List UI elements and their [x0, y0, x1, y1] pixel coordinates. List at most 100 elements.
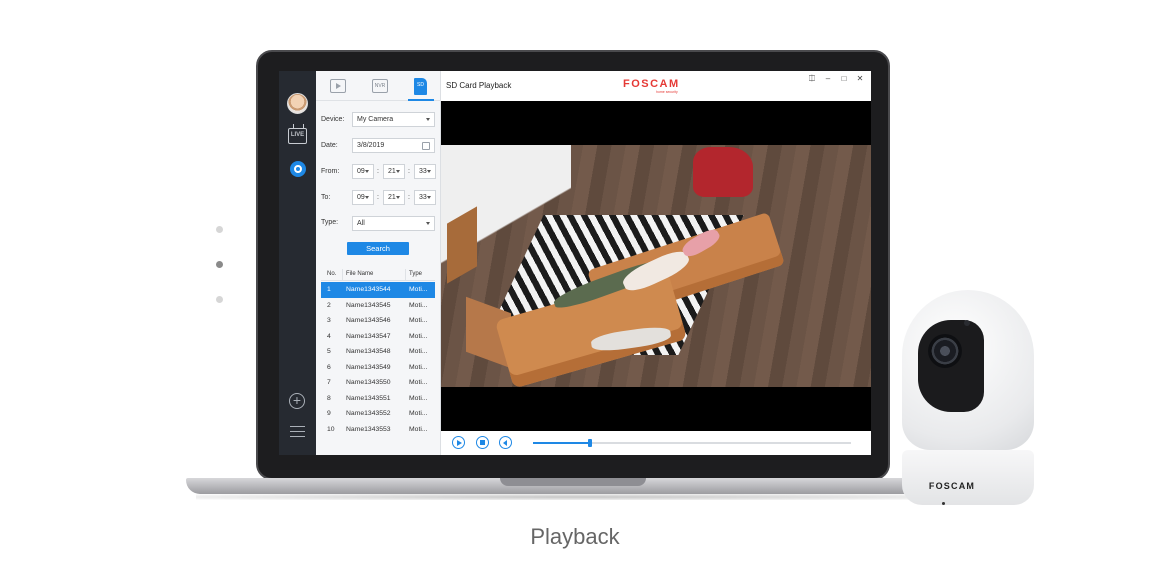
device-select[interactable]: My Camera [352, 112, 435, 127]
to-label: To: [321, 194, 331, 201]
from-minute-select[interactable]: 21 [383, 164, 405, 179]
column-file-name[interactable]: File Name [346, 271, 373, 277]
table-row[interactable]: 6 Name1343549 Moti... [321, 360, 435, 376]
row-type: Moti... [409, 410, 428, 417]
chevron-down-icon [426, 118, 430, 121]
laptop-notch [500, 478, 646, 486]
row-type: Moti... [409, 425, 428, 433]
time-separator: : [408, 194, 410, 201]
date-label: Date: [321, 142, 338, 149]
from-label: From: [321, 168, 340, 175]
file-table-body: 1 Name1343544 Moti... 2 Name1343545 Moti... … [321, 282, 435, 437]
table-row[interactable]: 8 Name1343551 Moti... [321, 391, 435, 407]
app-window: LIVE + NVR SD Device: My Camera Date: 3/… [279, 71, 871, 455]
live-tv-icon[interactable]: LIVE [288, 128, 307, 144]
row-file-name: Name1343545 [346, 301, 391, 309]
search-button[interactable]: Search [347, 242, 409, 255]
date-picker[interactable]: 3/8/2019 [352, 138, 435, 153]
feature-caption: Playback [530, 524, 620, 549]
brand-logo: FOSCAM [623, 78, 680, 90]
to-second-select[interactable]: 33 [414, 190, 436, 205]
camera-led [942, 502, 945, 505]
chevron-down-icon [365, 170, 369, 173]
lock-icon[interactable]: ⎅ [807, 74, 817, 84]
scene-chair [693, 147, 753, 197]
brand-tagline: home security [656, 90, 678, 94]
table-row[interactable]: 5 Name1343548 Moti... [321, 344, 435, 360]
menu-icon[interactable] [290, 426, 305, 437]
row-type: Moti... [409, 348, 428, 355]
row-file-name: Name1343550 [346, 379, 391, 386]
row-file-name: Name1343548 [346, 348, 391, 355]
camera-sensor [964, 320, 970, 326]
from-minute-value: 21 [388, 168, 396, 175]
minimize-icon[interactable]: – [823, 74, 833, 83]
add-device-icon[interactable]: + [289, 393, 305, 409]
active-tab-indicator [408, 99, 434, 101]
type-value: All [357, 220, 365, 227]
table-row[interactable]: 4 Name1343547 Moti... [321, 329, 435, 345]
row-type: Moti... [409, 394, 428, 402]
playback-icon[interactable] [290, 161, 306, 177]
calendar-icon[interactable] [422, 142, 430, 150]
window-title: SD Card Playback [446, 81, 512, 90]
time-separator: : [377, 194, 379, 201]
playback-controls [441, 431, 871, 455]
avatar[interactable] [287, 93, 308, 114]
from-hour-value: 09 [357, 168, 365, 175]
progress-slider[interactable] [533, 439, 851, 447]
tab-nvr[interactable]: NVR [372, 79, 388, 93]
laptop-shadow [196, 494, 956, 500]
type-select[interactable]: All [352, 216, 435, 231]
maximize-icon[interactable]: □ [839, 74, 849, 83]
carousel-dot-1[interactable] [216, 226, 223, 233]
file-table-header: No. File Name Type [321, 267, 435, 281]
column-divider [342, 269, 343, 280]
carousel-dot-3[interactable] [216, 296, 223, 303]
camera-product: FOSCAM [902, 290, 1034, 505]
sidebar-nav: LIVE + [279, 71, 316, 455]
volume-icon[interactable] [499, 436, 512, 449]
row-file-name: Name1343547 [346, 332, 391, 340]
camera-brand: FOSCAM [928, 481, 976, 491]
row-file-name: Name1343551 [346, 394, 391, 402]
row-no: 7 [327, 379, 331, 386]
device-label: Device: [321, 116, 345, 123]
table-row[interactable]: 1 Name1343544 Moti... [321, 282, 435, 298]
column-type[interactable]: Type [409, 271, 422, 277]
chevron-down-icon [427, 170, 431, 173]
progress-fill [533, 442, 591, 444]
row-type: Moti... [409, 301, 428, 309]
column-divider [405, 269, 406, 280]
search-panel: NVR SD Device: My Camera Date: 3/8/2019 … [316, 71, 469, 455]
row-file-name: Name1343549 [346, 363, 391, 371]
table-row[interactable]: 10 Name1343553 Moti... [321, 422, 435, 438]
row-file-name: Name1343546 [346, 317, 391, 324]
stop-icon[interactable] [476, 436, 489, 449]
play-icon[interactable] [452, 436, 465, 449]
from-second-select[interactable]: 33 [414, 164, 436, 179]
table-row[interactable]: 3 Name1343546 Moti... [321, 313, 435, 329]
row-type: Moti... [409, 332, 428, 340]
to-hour-select[interactable]: 09 [352, 190, 374, 205]
time-separator: : [377, 168, 379, 175]
to-minute-select[interactable]: 21 [383, 190, 405, 205]
row-file-name: Name1343552 [346, 410, 391, 417]
table-row[interactable]: 7 Name1343550 Moti... [321, 375, 435, 391]
row-type: Moti... [409, 363, 428, 371]
row-no: 10 [327, 425, 335, 433]
table-row[interactable]: 9 Name1343552 Moti... [321, 406, 435, 422]
tab-local-video[interactable] [330, 79, 346, 93]
row-file-name: Name1343544 [346, 286, 391, 293]
from-second-value: 33 [419, 168, 427, 175]
video-player[interactable] [441, 101, 871, 431]
progress-handle[interactable] [588, 439, 593, 447]
tab-sd-card[interactable]: SD [414, 78, 427, 95]
live-label: LIVE [290, 132, 305, 138]
table-row[interactable]: 2 Name1343545 Moti... [321, 298, 435, 314]
chevron-down-icon [396, 196, 400, 199]
close-icon[interactable]: ✕ [855, 74, 865, 83]
column-no[interactable]: No. [327, 271, 336, 277]
from-hour-select[interactable]: 09 [352, 164, 374, 179]
carousel-dot-2[interactable] [216, 261, 223, 268]
